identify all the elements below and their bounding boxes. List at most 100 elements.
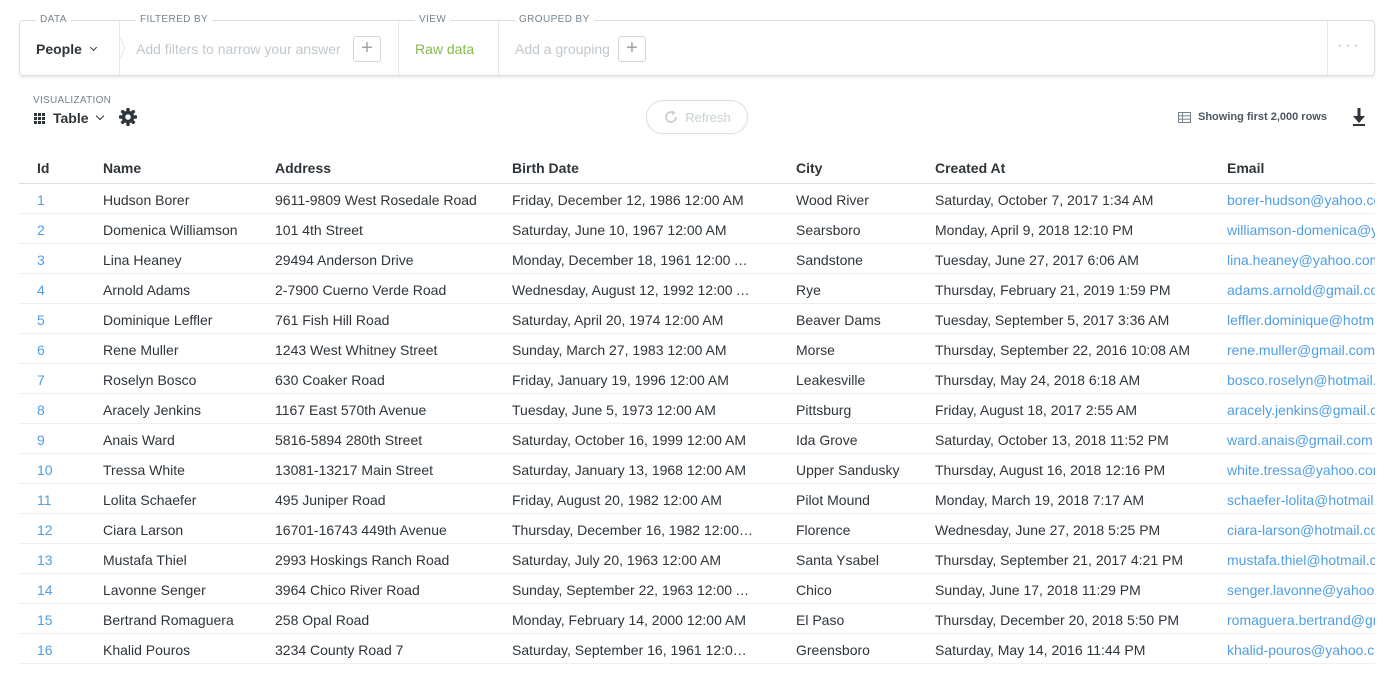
cell-city: Leakesville xyxy=(796,372,866,388)
cell-id[interactable]: 9 xyxy=(37,432,97,448)
cell-city: Searsboro xyxy=(796,222,861,238)
table-row[interactable]: 4 Arnold Adams 2-7900 Cuerno Verde Road Wed… xyxy=(19,274,1375,304)
table-row[interactable]: 11 Lolita Schaefer 495 Juniper Road Friday,… xyxy=(19,484,1375,514)
table-header: Id Name Address Birth Date City Created … xyxy=(19,154,1375,184)
column-header-created-at[interactable]: Created At xyxy=(935,160,1220,176)
data-source-value: People xyxy=(36,41,82,57)
cell-email[interactable]: rene.muller@gmail.com xyxy=(1227,342,1375,358)
cell-address: 630 Coaker Road xyxy=(275,372,385,388)
cell-name: Tressa White xyxy=(103,462,185,478)
cell-created-at: Tuesday, June 27, 2017 6:06 AM xyxy=(935,252,1139,268)
filter-section: FILTERED BY Add filters to narrow your a… xyxy=(120,14,398,75)
cell-birth-date: Wednesday, August 12, 1992 12:00 AM xyxy=(512,282,753,298)
cell-email[interactable]: senger.lavonne@yahoo.c xyxy=(1227,582,1375,598)
cell-created-at: Monday, March 19, 2018 7:17 AM xyxy=(935,492,1145,508)
cell-id[interactable]: 12 xyxy=(37,522,97,538)
cell-email[interactable]: williamson-domenica@y xyxy=(1227,222,1375,238)
table-row[interactable]: 10 Tressa White 13081-13217 Main Street Sat… xyxy=(19,454,1375,484)
arrow-separator-icon xyxy=(120,38,126,58)
cell-address: 1243 West Whitney Street xyxy=(275,342,438,358)
cell-address: 29494 Anderson Drive xyxy=(275,252,414,268)
cell-id[interactable]: 13 xyxy=(37,552,97,568)
column-header-birth-date[interactable]: Birth Date xyxy=(512,160,753,176)
column-header-city[interactable]: City xyxy=(796,160,930,176)
table-row[interactable]: 2 Domenica Williamson 101 4th Street Saturd… xyxy=(19,214,1375,244)
cell-id[interactable]: 6 xyxy=(37,342,97,358)
row-count-info: Showing first 2,000 rows xyxy=(1178,110,1327,124)
chevron-down-icon xyxy=(95,111,104,121)
data-source-select[interactable]: People xyxy=(36,41,97,57)
cell-id[interactable]: 5 xyxy=(37,312,97,328)
table-row[interactable]: 16 Khalid Pouros 3234 County Road 7 Saturda… xyxy=(19,634,1375,664)
cell-birth-date: Saturday, June 10, 1967 12:00 AM xyxy=(512,222,727,238)
row-count-text: Showing first 2,000 rows xyxy=(1198,111,1327,123)
cell-id[interactable]: 14 xyxy=(37,582,97,598)
cell-email[interactable]: aracely.jenkins@gmail.c xyxy=(1227,402,1375,418)
cell-id[interactable]: 11 xyxy=(37,492,97,508)
cell-name: Mustafa Thiel xyxy=(103,552,187,568)
filter-placeholder[interactable]: Add filters to narrow your answer xyxy=(136,41,341,57)
cell-id[interactable]: 15 xyxy=(37,612,97,628)
table-row[interactable]: 12 Ciara Larson 16701-16743 449th Avenue Th… xyxy=(19,514,1375,544)
data-section: DATA People xyxy=(20,14,120,75)
cell-id[interactable]: 16 xyxy=(37,642,97,658)
table-row[interactable]: 1 Hudson Borer 9611-9809 West Rosedale Roa… xyxy=(19,184,1375,214)
column-header-address[interactable]: Address xyxy=(275,160,505,176)
cell-name: Ciara Larson xyxy=(103,522,184,538)
column-header-name[interactable]: Name xyxy=(103,160,271,176)
cell-email[interactable]: khalid-pouros@yahoo.co xyxy=(1227,642,1375,658)
table-row[interactable]: 14 Lavonne Senger 3964 Chico River Road Sun… xyxy=(19,574,1375,604)
cell-id[interactable]: 2 xyxy=(37,222,97,238)
cell-email[interactable]: lina.heaney@yahoo.com xyxy=(1227,252,1375,268)
cell-name: Domenica Williamson xyxy=(103,222,238,238)
cell-created-at: Friday, August 18, 2017 2:55 AM xyxy=(935,402,1138,418)
view-section: VIEW Raw data xyxy=(399,14,499,75)
cell-id[interactable]: 3 xyxy=(37,252,97,268)
table-row[interactable]: 7 Roselyn Bosco 630 Coaker Road Friday, Jan… xyxy=(19,364,1375,394)
gear-icon[interactable] xyxy=(118,107,138,127)
add-filter-button[interactable]: + xyxy=(353,36,381,62)
cell-email[interactable]: schaefer-lolita@hotmail. xyxy=(1227,492,1375,508)
table-row[interactable]: 3 Lina Heaney 29494 Anderson Drive Monday, … xyxy=(19,244,1375,274)
download-icon[interactable] xyxy=(1352,108,1366,126)
cell-birth-date: Saturday, April 20, 1974 12:00 AM xyxy=(512,312,724,328)
cell-city: El Paso xyxy=(796,612,845,628)
cell-email[interactable]: ward.anais@gmail.com xyxy=(1227,432,1375,448)
visualization-select[interactable]: Table xyxy=(34,109,104,127)
table-row[interactable]: 8 Aracely Jenkins 1167 East 570th Avenue Tu… xyxy=(19,394,1375,424)
cell-address: 258 Opal Road xyxy=(275,612,370,628)
cell-email[interactable]: adams.arnold@gmail.cor xyxy=(1227,282,1375,298)
cell-email[interactable]: leffler.dominique@hotm xyxy=(1227,312,1375,328)
table-row[interactable]: 6 Rene Muller 1243 West Whitney Street Sund… xyxy=(19,334,1375,364)
table-row[interactable]: 9 Anais Ward 5816-5894 280th Street Saturda… xyxy=(19,424,1375,454)
cell-email[interactable]: ciara-larson@hotmail.co xyxy=(1227,522,1375,538)
cell-id[interactable]: 7 xyxy=(37,372,97,388)
cell-email[interactable]: bosco.roselyn@hotmail.c xyxy=(1227,372,1375,388)
column-header-id[interactable]: Id xyxy=(37,160,97,176)
refresh-button[interactable]: Refresh xyxy=(646,100,748,134)
cell-address: 13081-13217 Main Street xyxy=(275,462,433,478)
cell-email[interactable]: white.tressa@yahoo.com xyxy=(1227,462,1375,478)
cell-id[interactable]: 1 xyxy=(37,192,97,208)
chevron-down-icon xyxy=(89,43,97,51)
group-placeholder[interactable]: Add a grouping xyxy=(515,41,610,57)
view-select[interactable]: Raw data xyxy=(415,41,474,57)
column-header-email[interactable]: Email xyxy=(1227,160,1375,176)
cell-email[interactable]: borer-hudson@yahoo.co xyxy=(1227,192,1375,208)
add-grouping-button[interactable]: + xyxy=(618,36,646,62)
cell-email[interactable]: mustafa.thiel@hotmail.c xyxy=(1227,552,1375,568)
more-options-icon[interactable]: ··· xyxy=(1337,37,1362,55)
cell-id[interactable]: 4 xyxy=(37,282,97,298)
cell-created-at: Thursday, May 24, 2018 6:18 AM xyxy=(935,372,1141,388)
cell-id[interactable]: 10 xyxy=(37,462,97,478)
table-row[interactable]: 15 Bertrand Romaguera 258 Opal Road Monday,… xyxy=(19,604,1375,634)
cell-address: 2-7900 Cuerno Verde Road xyxy=(275,282,447,298)
table-row[interactable]: 5 Dominique Leffler 761 Fish Hill Road Satu… xyxy=(19,304,1375,334)
table-row[interactable]: 13 Mustafa Thiel 2993 Hoskings Ranch Road S… xyxy=(19,544,1375,574)
cell-id[interactable]: 8 xyxy=(37,402,97,418)
cell-created-at: Thursday, September 22, 2016 10:08 AM xyxy=(935,342,1191,358)
cell-name: Lina Heaney xyxy=(103,252,182,268)
cell-email[interactable]: romaguera.bertrand@gn xyxy=(1227,612,1375,628)
section-divider xyxy=(1327,21,1328,75)
cell-city: Beaver Dams xyxy=(796,312,881,328)
